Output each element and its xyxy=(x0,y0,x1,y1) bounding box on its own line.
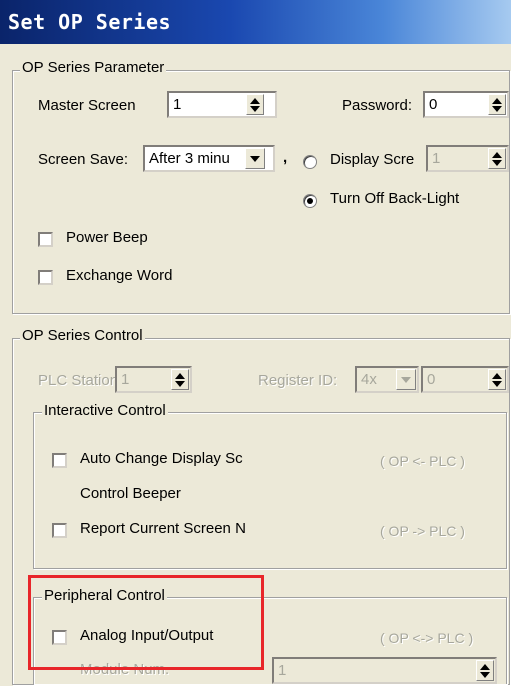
auto-change-direction: ( OP <- PLC ) xyxy=(380,453,465,469)
register-id-value: 0 xyxy=(427,371,436,388)
register-type-value: 4x xyxy=(361,371,377,388)
spin-down-icon xyxy=(250,105,260,112)
screen-save-value: After 3 minu xyxy=(149,150,230,167)
exchange-word-checkbox[interactable] xyxy=(38,270,53,285)
radio-selected-dot xyxy=(307,198,313,204)
report-current-direction: ( OP -> PLC ) xyxy=(380,523,465,539)
password-spinner[interactable] xyxy=(488,94,506,115)
report-current-screen-checkbox[interactable] xyxy=(52,523,67,538)
master-screen-label: Master Screen xyxy=(38,97,136,114)
display-screen-spinner[interactable] xyxy=(488,148,506,169)
window-title: Set OP Series xyxy=(8,10,172,34)
module-num-value: 1 xyxy=(278,662,287,679)
master-screen-spinner[interactable] xyxy=(246,94,264,115)
highlight-box xyxy=(28,575,264,670)
display-screen-value: 1 xyxy=(432,150,441,167)
spin-up-icon xyxy=(175,372,185,379)
power-beep-label: Power Beep xyxy=(66,229,148,246)
op-series-control-legend: OP Series Control xyxy=(20,327,145,344)
comma-separator: , xyxy=(283,149,288,166)
display-screen-radio[interactable] xyxy=(303,155,317,169)
spin-up-icon xyxy=(492,372,502,379)
interactive-control-legend: Interactive Control xyxy=(42,402,168,419)
auto-change-display-checkbox[interactable] xyxy=(52,453,67,468)
power-beep-checkbox[interactable] xyxy=(38,232,53,247)
spin-up-icon xyxy=(480,663,490,670)
spin-up-icon xyxy=(492,97,502,104)
module-num-input[interactable]: 1 xyxy=(272,657,497,684)
password-label: Password: xyxy=(342,97,413,114)
report-current-screen-label: Report Current Screen N xyxy=(80,520,246,537)
plc-station-spinner[interactable] xyxy=(171,369,189,390)
spin-down-icon xyxy=(175,380,185,387)
register-type-dropdown-button[interactable] xyxy=(396,369,416,390)
turn-off-backlight-radio[interactable] xyxy=(303,194,317,208)
display-screen-label: Display Scre xyxy=(330,151,415,168)
plc-station-label: PLC Station xyxy=(38,372,119,389)
module-num-spinner[interactable] xyxy=(476,660,494,681)
spin-up-icon xyxy=(250,97,260,104)
spin-down-icon xyxy=(480,671,490,678)
register-id-spinner[interactable] xyxy=(488,369,506,390)
screen-save-label: Screen Save: xyxy=(38,151,129,168)
control-beeper-label: Control Beeper xyxy=(80,485,181,502)
spin-down-icon xyxy=(492,105,502,112)
exchange-word-label: Exchange Word xyxy=(66,267,173,284)
plc-station-value: 1 xyxy=(121,371,130,388)
chevron-down-icon xyxy=(250,155,260,162)
spin-down-icon xyxy=(492,159,502,166)
auto-change-display-label: Auto Change Display Sc xyxy=(80,450,243,467)
screen-save-dropdown-button[interactable] xyxy=(245,148,265,169)
password-value: 0 xyxy=(429,96,438,113)
turn-off-backlight-label: Turn Off Back-Light xyxy=(330,190,460,207)
register-id-label: Register ID: xyxy=(258,372,338,389)
master-screen-value: 1 xyxy=(173,96,182,113)
spin-up-icon xyxy=(492,151,502,158)
chevron-down-icon xyxy=(401,376,411,383)
spin-down-icon xyxy=(492,380,502,387)
op-series-parameter-legend: OP Series Parameter xyxy=(20,59,167,76)
analog-io-direction: ( OP <-> PLC ) xyxy=(380,630,474,646)
